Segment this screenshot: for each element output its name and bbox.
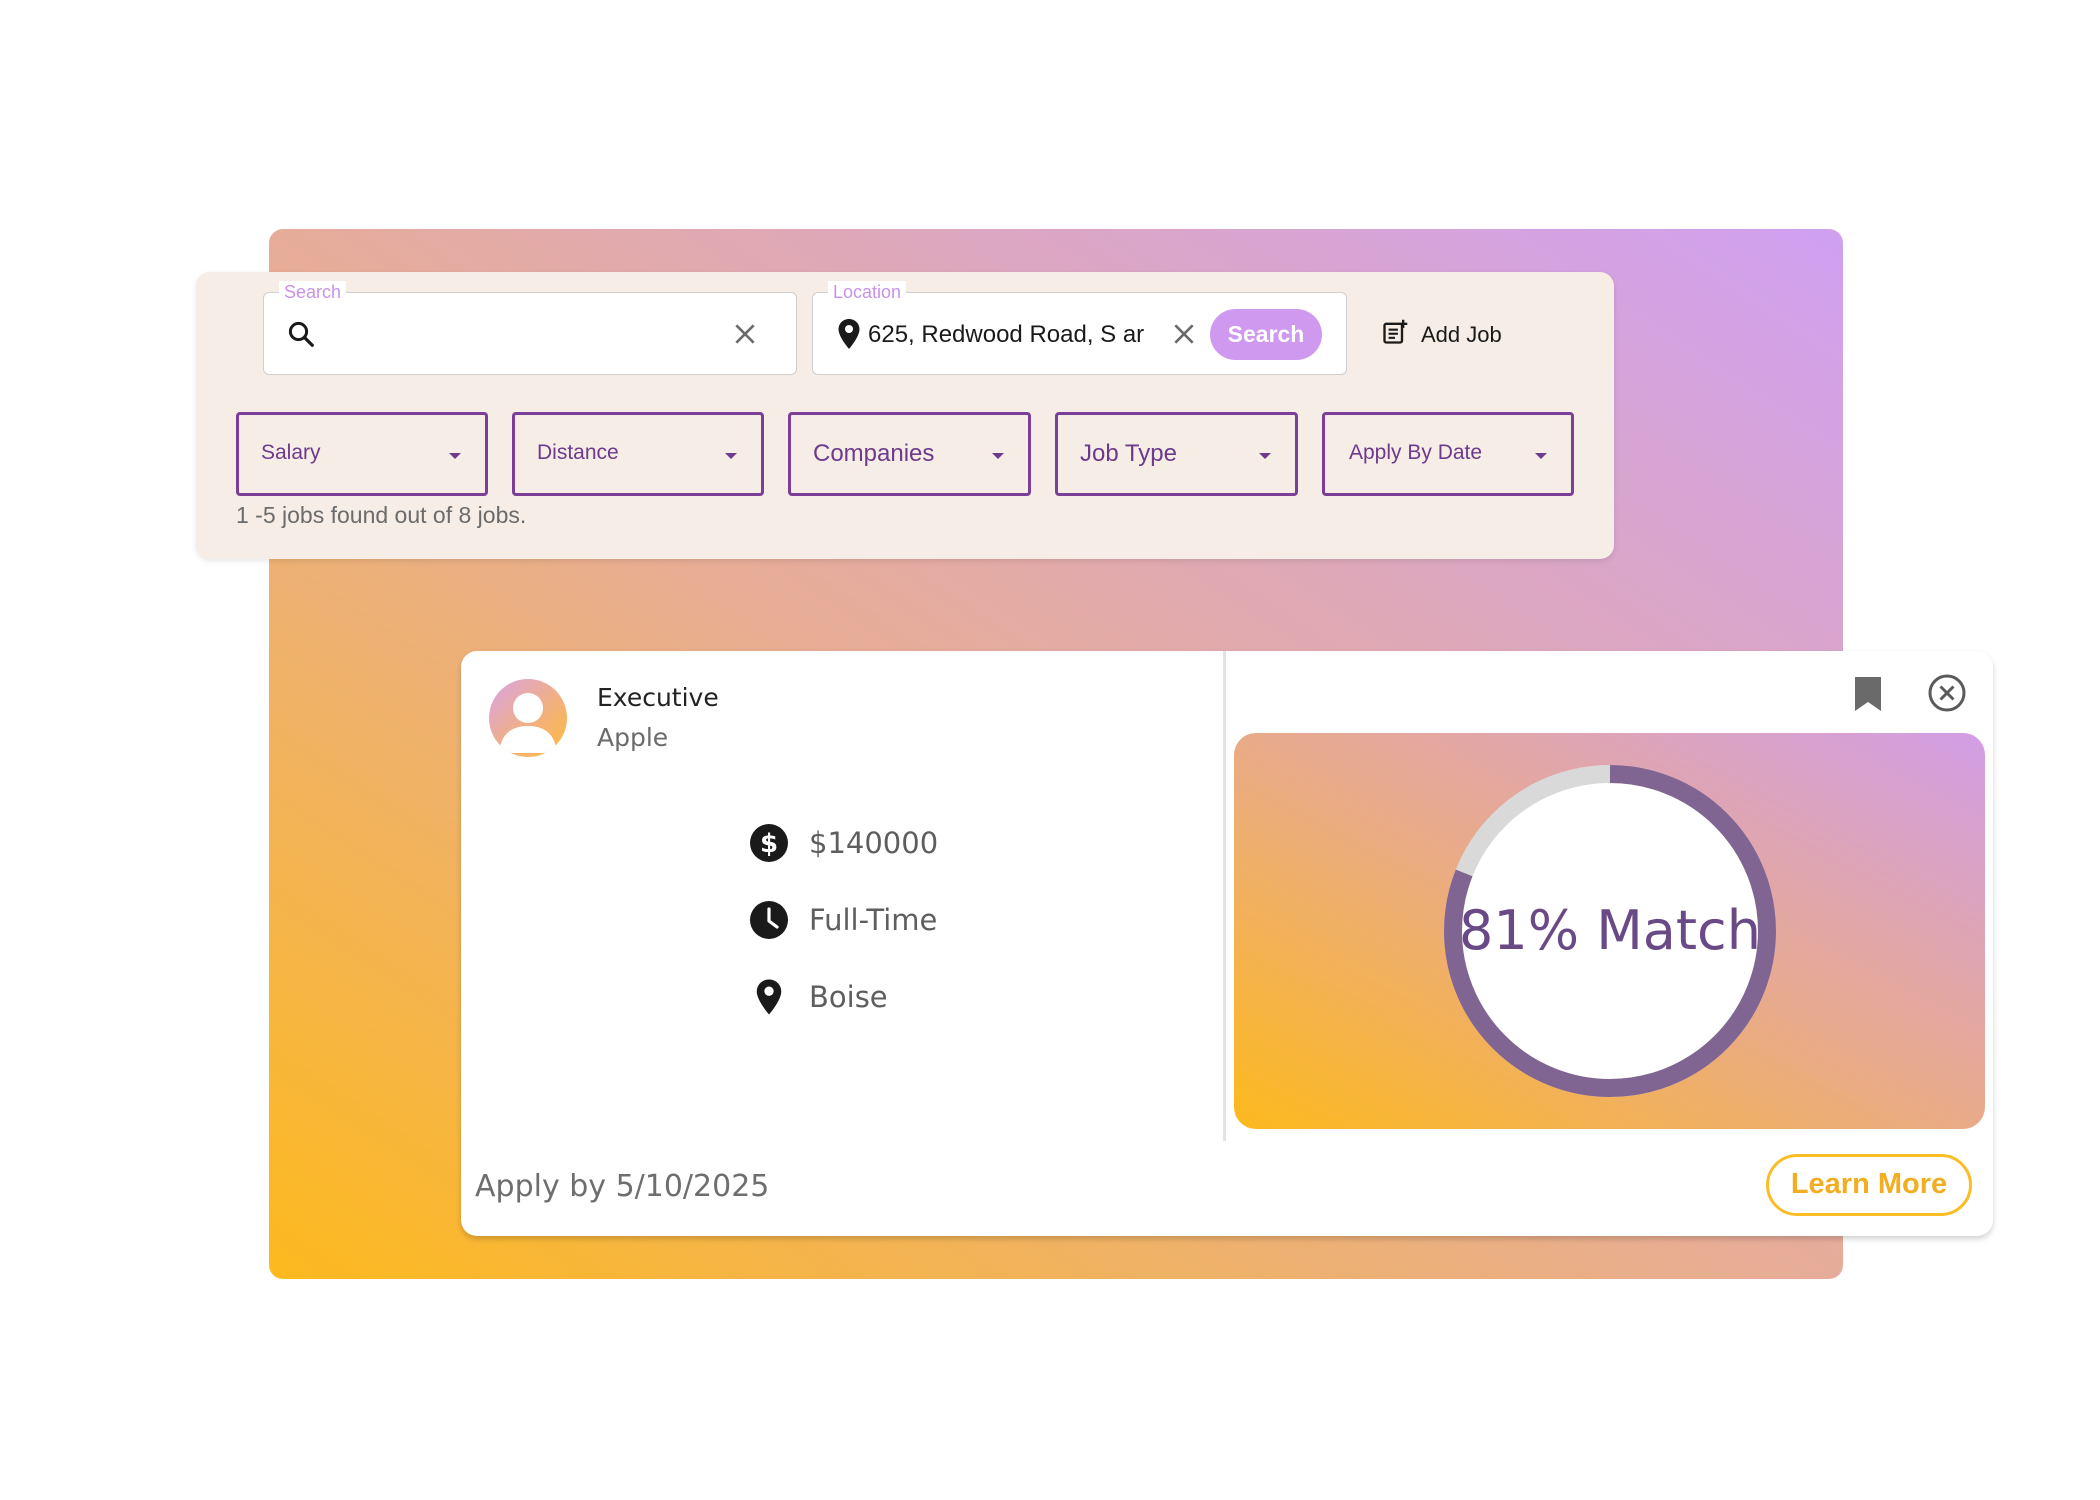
dollar-icon: $ <box>749 823 789 863</box>
chevron-down-icon <box>725 453 737 459</box>
svg-text:$: $ <box>760 829 778 859</box>
match-panel: 81% Match <box>1234 733 1985 1129</box>
chevron-down-icon <box>1259 453 1271 459</box>
distance-filter-select[interactable]: Distance <box>512 412 764 496</box>
job-type-filter-label: Job Type <box>1080 440 1177 467</box>
results-count: 1 -5 jobs found out of 8 jobs. <box>236 502 527 528</box>
location-field[interactable]: Location 625, Redwood Road, S ar Search <box>812 281 1347 375</box>
salary-value: $140000 <box>809 826 939 860</box>
salary-filter-select[interactable]: Salary <box>236 412 488 496</box>
chevron-down-icon <box>992 453 1004 459</box>
distance-filter-label: Distance <box>537 441 619 464</box>
companies-filter-select[interactable]: Companies <box>788 412 1031 496</box>
avatar <box>489 679 567 757</box>
job-type-value: Full-Time <box>809 903 938 937</box>
location-value: Boise <box>809 980 888 1014</box>
match-label: 81% Match <box>1459 899 1761 962</box>
salary-detail: $ $140000 <box>749 823 938 863</box>
location-field-legend: Location <box>828 281 907 303</box>
job-type-detail: Full-Time <box>749 900 937 940</box>
chevron-down-icon <box>1535 453 1547 459</box>
search-field[interactable]: Search <box>263 281 797 375</box>
add-job-label: Add Job <box>1421 322 1502 347</box>
job-type-filter-select[interactable]: Job Type <box>1055 412 1298 496</box>
company-name: Apple <box>597 723 669 752</box>
location-pin-icon <box>749 977 789 1017</box>
add-job-button[interactable]: Add Job <box>1381 318 1502 352</box>
search-field-legend: Search <box>279 281 347 303</box>
clear-location-icon[interactable] <box>1171 321 1197 352</box>
location-pin-icon <box>837 318 861 355</box>
search-button[interactable]: Search <box>1210 309 1322 360</box>
apply-by-date: Apply by 5/10/2025 <box>475 1169 770 1204</box>
chevron-down-icon <box>449 453 461 459</box>
clock-icon <box>749 900 789 940</box>
search-icon <box>286 319 316 354</box>
bookmark-icon[interactable] <box>1853 675 1883 717</box>
add-note-icon <box>1381 318 1409 352</box>
apply-by-date-filter-select[interactable]: Apply By Date <box>1322 412 1574 496</box>
clear-search-icon[interactable] <box>732 321 758 352</box>
job-title: Executive <box>597 683 719 712</box>
close-circle-icon[interactable] <box>1927 673 1967 717</box>
card-divider <box>1223 651 1226 1141</box>
apply-by-date-filter-label: Apply By Date <box>1349 441 1483 464</box>
job-card[interactable]: Executive Apple $ $140000 Full-Time Bois… <box>461 651 1993 1236</box>
location-input[interactable]: 625, Redwood Road, S ar <box>868 321 1153 349</box>
learn-more-button[interactable]: Learn More <box>1766 1154 1972 1216</box>
filters-row: Salary Distance Companies Job Type Apply… <box>236 412 1576 496</box>
salary-filter-label: Salary <box>261 441 321 464</box>
companies-filter-label: Companies <box>813 440 935 467</box>
job-search-panel: Search Location 625, Redwood Road, S ar <box>196 272 1614 559</box>
location-detail: Boise <box>749 977 888 1017</box>
